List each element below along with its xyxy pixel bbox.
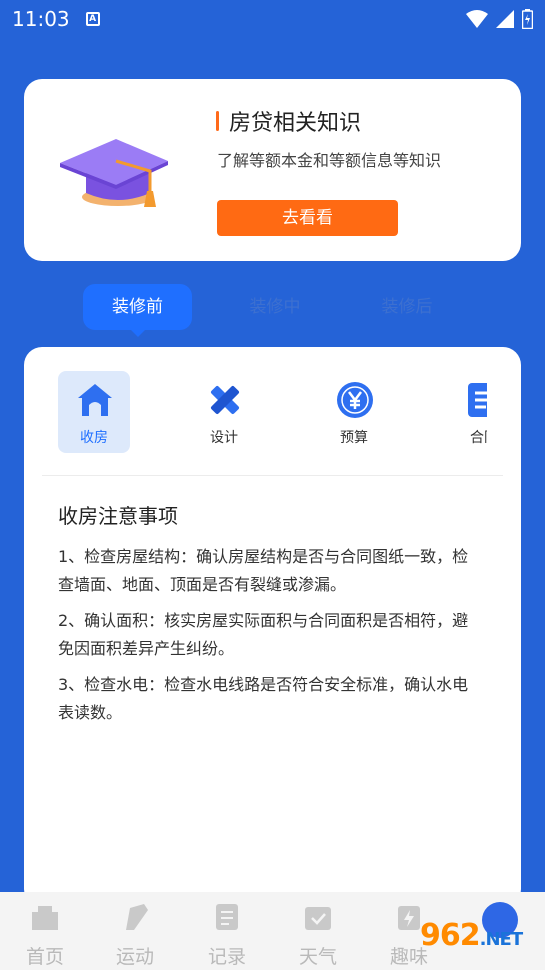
title-accent-bar xyxy=(216,111,219,131)
note-item: 3、检查水电：检查水电线路是否符合安全标准，确认水电表读数。 xyxy=(58,675,469,722)
watermark-logo: 962.NET xyxy=(420,918,523,953)
nav-label: 天气 xyxy=(298,946,337,968)
tab-before-renovation[interactable]: 装修前 xyxy=(83,284,192,337)
category-label: 收房 xyxy=(80,430,108,446)
yen-icon xyxy=(337,382,373,418)
notification-a-icon: A xyxy=(85,12,100,26)
note-item: 1、检查房屋结构：确认房屋结构是否与合同图纸一致，检查墙面、地面、顶面是否有裂缝… xyxy=(58,547,469,594)
nav-label: 运动 xyxy=(115,946,154,968)
promo-title-wrap: 房贷相关知识 xyxy=(216,105,361,137)
category-receive-house[interactable]: 收房 xyxy=(58,371,130,453)
house-icon xyxy=(78,384,112,416)
category-row: 收房 设计 预算 合同 xyxy=(24,371,487,453)
promo-subtitle: 了解等额本金和等额信息等知识 xyxy=(217,151,442,170)
nav-record[interactable]: 记录 xyxy=(192,892,262,970)
category-label: 设计 xyxy=(210,430,238,446)
category-design[interactable]: 设计 xyxy=(188,371,260,453)
stage-tabs: 装修前 装修中 装修后 xyxy=(0,284,545,337)
nav-weather[interactable]: 天气 xyxy=(283,892,353,970)
category-label: 预算 xyxy=(340,430,368,446)
category-budget[interactable]: 预算 xyxy=(318,371,390,453)
wifi-icon xyxy=(466,10,488,28)
tab-during-renovation[interactable]: 装修中 xyxy=(230,284,320,330)
notes-list: 1、检查房屋结构：确认房屋结构是否与合同图纸一致，检查墙面、地面、顶面是否有裂缝… xyxy=(58,543,478,735)
status-time: 11:03 xyxy=(12,7,70,31)
ruler-pencil-icon xyxy=(210,385,240,415)
tab-after-renovation[interactable]: 装修后 xyxy=(362,284,452,330)
content-card: 收房 设计 预算 合同 收房注意事项 1、检查房屋结构 xyxy=(24,347,521,907)
document-icon xyxy=(468,383,487,417)
promo-title: 房贷相关知识 xyxy=(229,111,362,136)
signal-icon xyxy=(496,10,514,28)
notes-icon xyxy=(216,904,238,930)
shoe-icon xyxy=(126,904,148,930)
nav-label: 记录 xyxy=(207,946,246,968)
divider xyxy=(42,475,503,476)
note-item: 2、确认面积：核实房屋实际面积与合同面积是否相符，避免因面积差异产生纠纷。 xyxy=(58,611,469,658)
battery-icon xyxy=(522,9,533,29)
category-contract[interactable]: 合同 xyxy=(448,371,487,453)
nav-label: 首页 xyxy=(25,946,64,968)
notes-title: 收房注意事项 xyxy=(58,504,178,528)
go-see-button[interactable]: 去看看 xyxy=(217,200,398,236)
status-icons xyxy=(466,9,533,29)
home-icon xyxy=(32,906,58,930)
calendar-check-icon xyxy=(305,907,331,930)
mortgage-knowledge-card: 房贷相关知识 了解等额本金和等额信息等知识 去看看 xyxy=(24,79,521,261)
category-label: 合同 xyxy=(470,430,487,446)
status-bar: 11:03 A xyxy=(0,0,545,38)
nav-home[interactable]: 首页 xyxy=(10,892,80,970)
nav-sport[interactable]: 运动 xyxy=(100,892,170,970)
graduation-cap-icon xyxy=(60,139,168,207)
